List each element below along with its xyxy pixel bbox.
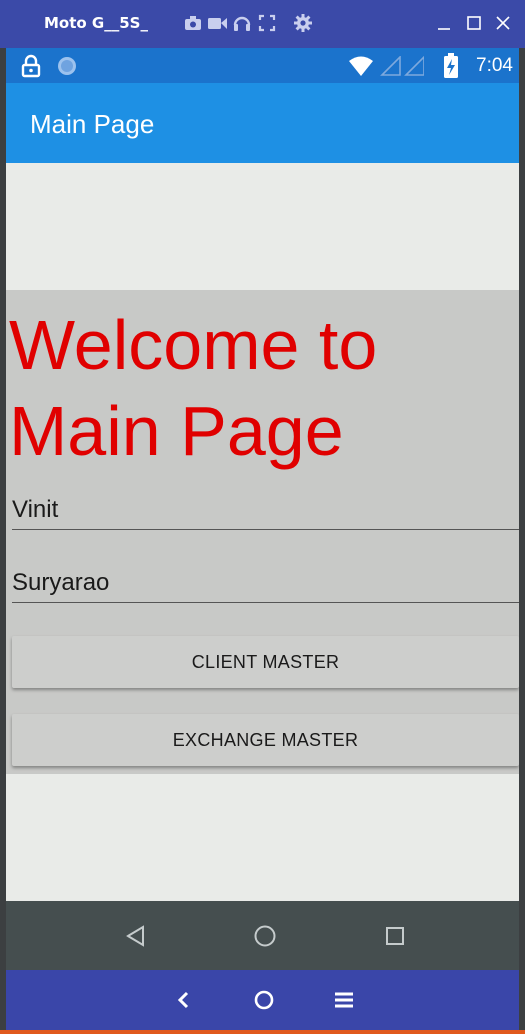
status-bar: 7:04	[6, 48, 519, 83]
status-time: 7:04	[476, 55, 513, 76]
lock-icon	[20, 54, 42, 78]
emulator-titlebar: Moto G__5S_	[0, 0, 525, 48]
battery-icon	[444, 53, 458, 78]
page-title: Main Page	[30, 109, 155, 139]
nav-home-icon[interactable]	[252, 923, 278, 949]
app-bar: Main Page	[6, 83, 519, 163]
last-name-field[interactable]	[12, 567, 519, 603]
video-icon[interactable]	[206, 12, 228, 34]
nav-back-icon[interactable]	[123, 923, 149, 949]
android-navigation-bar	[6, 901, 519, 970]
client-master-button[interactable]: CLIENT MASTER	[12, 636, 519, 688]
menu-icon[interactable]	[332, 988, 356, 1012]
exchange-master-button[interactable]: EXCHANGE MASTER	[12, 714, 519, 766]
first-name-field[interactable]	[12, 494, 519, 530]
window-right-edge	[519, 48, 525, 1034]
maximize-icon[interactable]	[463, 12, 485, 34]
settings-icon[interactable]	[292, 12, 314, 34]
close-icon[interactable]	[492, 12, 514, 34]
wifi-icon	[348, 55, 374, 77]
signal-icon	[380, 55, 425, 76]
circle-notification-icon	[56, 55, 78, 77]
fullscreen-icon[interactable]	[256, 12, 278, 34]
back-chevron-icon[interactable]	[172, 988, 196, 1012]
emulator-title: Moto G__5S_	[44, 14, 148, 32]
camera-icon[interactable]	[182, 12, 204, 34]
main-content-panel: Welcome to Main Page CLIENT MASTER EXCHA…	[6, 290, 519, 774]
headset-icon[interactable]	[231, 12, 253, 34]
minimize-icon[interactable]	[433, 12, 455, 34]
home-circle-icon[interactable]	[252, 988, 276, 1012]
taskbar-edge	[0, 1030, 525, 1034]
emulator-bottom-bar	[6, 970, 519, 1030]
nav-recents-icon[interactable]	[382, 923, 408, 949]
welcome-heading: Welcome to Main Page	[9, 306, 378, 470]
phone-screen: 7:04 Main Page Welcome to Main Page CLIE…	[6, 48, 519, 970]
